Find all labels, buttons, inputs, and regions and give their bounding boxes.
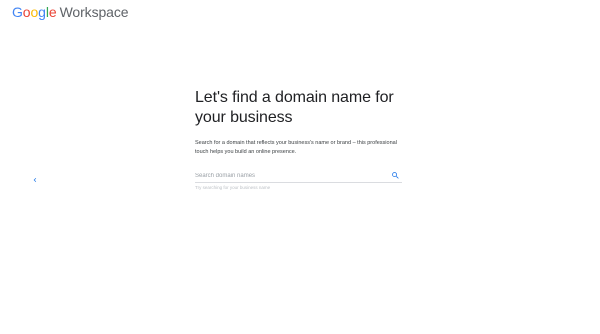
product-name: Workspace: [59, 4, 129, 20]
page-title: Let's find a domain name for your busine…: [195, 89, 394, 126]
search-field: [195, 170, 402, 183]
main-content: Let's find a domain name for your busine…: [195, 88, 410, 157]
domain-search-page: Google Workspace Let's find a domain name…: [0, 0, 600, 334]
logo-letter-e: e: [48, 4, 57, 20]
search-icon[interactable]: [391, 171, 400, 180]
google-workspace-logo: Google Workspace: [12, 3, 129, 21]
search-helper-text: Try searching for your business name: [195, 185, 271, 190]
domain-search: Try searching for your business name: [195, 170, 402, 191]
logo-letter-g2: g: [38, 4, 46, 20]
domain-search-input[interactable]: [195, 170, 380, 181]
back-button[interactable]: [28, 173, 42, 187]
logo-letter-g: G: [12, 4, 23, 20]
chevron-left-icon: [33, 178, 37, 182]
page-description: Search for a domain that reflects your b…: [195, 140, 397, 155]
